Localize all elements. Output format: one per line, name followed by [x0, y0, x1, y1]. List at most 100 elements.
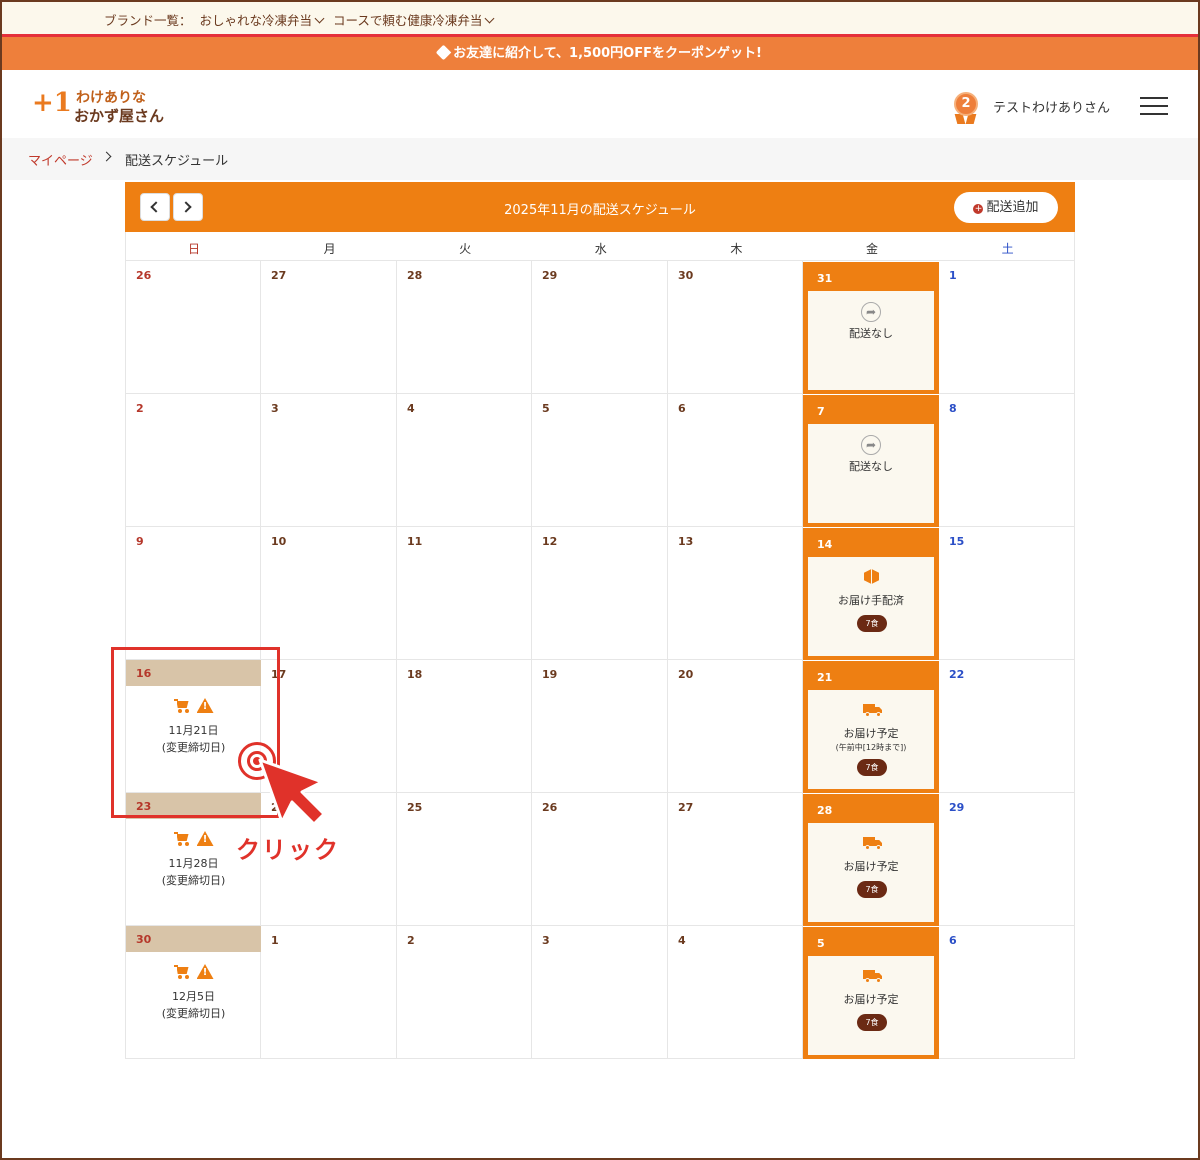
calendar-day-cell[interactable]: 9	[125, 527, 261, 660]
calendar-day-cell[interactable]: 22	[939, 660, 1075, 793]
delivery-box[interactable]: お届け予定 7食	[808, 956, 934, 1055]
breadcrumb: マイページ 配送スケジュール	[2, 138, 1198, 180]
calendar-day-cell[interactable]: 27	[668, 793, 803, 926]
calendar-day-cell[interactable]: 3	[532, 926, 668, 1059]
calendar-day-cell[interactable]: 25	[397, 793, 532, 926]
day-number: 1	[271, 934, 279, 947]
calendar-day-cell[interactable]: 29	[532, 261, 668, 394]
calendar-day-cell[interactable]: 2	[397, 926, 532, 1059]
calendar-day-cell[interactable]: 13	[668, 527, 803, 660]
delivery-status: お届け予定	[843, 993, 899, 1006]
day-number: 5	[542, 402, 550, 415]
calendar-day-cell[interactable]: 1	[939, 261, 1075, 394]
meal-count-badge: 7食	[857, 881, 887, 898]
share-icon: ➦	[861, 435, 881, 455]
calendar-day-cell[interactable]: 18	[397, 660, 532, 793]
chevron-down-icon	[314, 13, 325, 24]
day-number: 26	[542, 801, 558, 814]
weekday-label: 水	[594, 242, 607, 256]
delivery-status: 配送なし	[849, 460, 893, 473]
calendar-day-cell[interactable]: 3	[261, 394, 397, 527]
calendar-day-cell[interactable]: 6	[668, 394, 803, 527]
day-number: 28	[407, 269, 423, 282]
calendar-day-cell[interactable]: 7 ➦ 配送なし	[803, 395, 939, 527]
chevron-down-icon	[484, 13, 495, 24]
day-number: 22	[949, 668, 965, 681]
day-number: 2	[407, 934, 415, 947]
calendar-day-cell[interactable]: 14 お届け手配済 7食	[803, 528, 939, 660]
calendar-day-cell[interactable]: 28 お届け予定 7食	[803, 794, 939, 926]
delivery-calendar: 2025年11月の配送スケジュール + 配送追加 日月火水木金土 26 27 28 29…	[125, 182, 1075, 1059]
pointer-arrow-icon	[258, 758, 326, 826]
delivery-status: お届け予定	[843, 860, 899, 873]
calendar-day-cell[interactable]: 5	[532, 394, 668, 527]
calendar-day-cell[interactable]: 15	[939, 527, 1075, 660]
delivery-box[interactable]: ➦ 配送なし	[808, 291, 934, 390]
deadline-label: (変更締切日)	[161, 874, 226, 887]
calendar-day-cell[interactable]: 1	[261, 926, 397, 1059]
calendar-day-cell[interactable]: 31 ➦ 配送なし	[803, 262, 939, 394]
promo-banner[interactable]: お友達に紹介して、1,500円OFFをクーポンゲット!	[2, 37, 1198, 70]
brand-link-course[interactable]: コースで頼む健康冷凍弁当	[333, 10, 495, 29]
delivery-box[interactable]: お届け手配済 7食	[808, 557, 934, 656]
day-number: 2	[136, 402, 144, 415]
delivery-box[interactable]: ➦ 配送なし	[808, 424, 934, 523]
day-number: 20	[678, 668, 694, 681]
page: ブランド一覧： おしゃれな冷凍弁当 コースで頼む健康冷凍弁当 お友達に紹介して、…	[2, 2, 1198, 1158]
day-number: 7	[817, 405, 825, 418]
truck-icon	[863, 970, 883, 983]
weekday-header: 日月火水木金土	[125, 232, 1075, 261]
weekday-label: 日	[187, 242, 200, 256]
day-number: 14	[817, 538, 833, 551]
calendar-day-cell[interactable]: 26	[125, 261, 261, 394]
calendar-day-cell[interactable]: 11	[397, 527, 532, 660]
calendar-day-cell[interactable]: 6	[939, 926, 1075, 1059]
meal-count-badge: 7食	[857, 759, 887, 776]
day-number: 4	[407, 402, 415, 415]
day-number: 25	[407, 801, 423, 814]
day-number: 5	[817, 937, 825, 950]
calendar-day-cell[interactable]: 29	[939, 793, 1075, 926]
deadline-label: (変更締切日)	[161, 1007, 226, 1020]
day-number: 29	[949, 801, 965, 814]
delivery-box[interactable]: お届け予定 7食	[808, 823, 934, 922]
day-number: 1	[949, 269, 957, 282]
day-number: 10	[271, 535, 287, 548]
day-number: 29	[542, 269, 558, 282]
calendar-day-cell[interactable]: 4	[668, 926, 803, 1059]
breadcrumb-mypage[interactable]: マイページ	[28, 150, 93, 169]
cart-icon	[173, 831, 191, 846]
calendar-day-cell[interactable]: 19	[532, 660, 668, 793]
calendar-day-cell[interactable]: 20	[668, 660, 803, 793]
calendar-day-cell[interactable]: 12	[532, 527, 668, 660]
delivery-time: (午前中[12時まで])	[835, 743, 907, 752]
meal-count-badge: 7食	[857, 1014, 887, 1031]
calendar-day-cell[interactable]: 5 お届け予定 7食	[803, 927, 939, 1059]
delivery-box[interactable]: お届け予定 (午前中[12時まで]) 7食	[808, 690, 934, 789]
hamburger-menu-icon[interactable]	[1140, 97, 1168, 115]
day-number: 31	[817, 272, 833, 285]
calendar-day-cell[interactable]: 28	[397, 261, 532, 394]
logo[interactable]: +1 わけありな おかず屋さん	[32, 86, 164, 126]
calendar-day-cell[interactable]: 8	[939, 394, 1075, 527]
chevron-right-icon	[101, 151, 112, 162]
day-number: 30	[678, 269, 694, 282]
truck-icon	[863, 704, 883, 717]
weekday-label: 月	[323, 242, 336, 256]
calendar-day-cell[interactable]: 2	[125, 394, 261, 527]
calendar-day-cell[interactable]: 10	[261, 527, 397, 660]
calendar-day-cell[interactable]: 21 お届け予定 (午前中[12時まで]) 7食	[803, 661, 939, 793]
add-delivery-button[interactable]: + 配送追加	[954, 192, 1058, 223]
calendar-day-cell[interactable]: 30! 12月5日 (変更締切日)	[125, 926, 261, 1059]
brand-link-oshare[interactable]: おしゃれな冷凍弁当	[200, 10, 326, 29]
site-header: +1 わけありな おかず屋さん 2 テストわけありさん	[2, 70, 1198, 138]
calendar-day-cell[interactable]: 26	[532, 793, 668, 926]
package-icon	[864, 569, 879, 584]
calendar-day-cell[interactable]: 27	[261, 261, 397, 394]
calendar-day-cell[interactable]: 30	[668, 261, 803, 394]
day-number: 28	[817, 804, 833, 817]
user-name[interactable]: テストわけありさん	[993, 97, 1110, 116]
annotation-label: クリック	[236, 836, 340, 864]
day-number: 30	[136, 933, 152, 946]
calendar-day-cell[interactable]: 4	[397, 394, 532, 527]
